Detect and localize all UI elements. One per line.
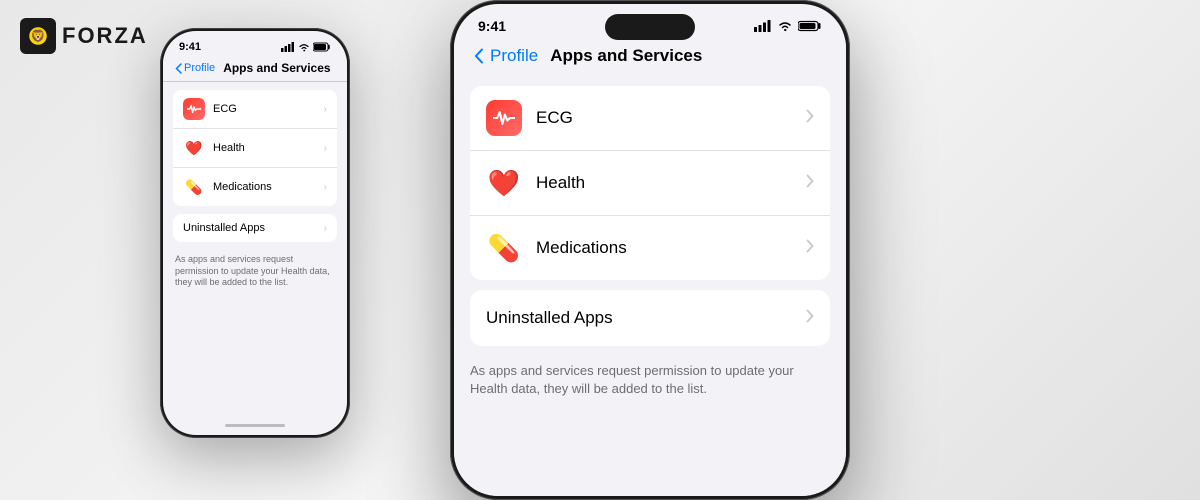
medications-icon-small: 💊 — [183, 176, 205, 198]
phone-small: 9:41 — [160, 28, 350, 438]
list-item[interactable]: ECG — [470, 86, 830, 151]
forza-brand-text: FORZA — [62, 23, 148, 49]
nav-bar-large: Profile Apps and Services — [454, 40, 846, 76]
content-large: ECG ❤️ Health — [454, 76, 846, 496]
list-group-large: ECG ❤️ Health — [470, 86, 830, 280]
ecg-waveform-icon-large — [493, 110, 515, 126]
status-bar-small: 9:41 — [163, 31, 347, 57]
chevron-right-icon — [806, 309, 814, 323]
back-button-small[interactable]: Profile — [175, 62, 215, 74]
chevron-icon-small: › — [324, 104, 327, 115]
uninstalled-item-small[interactable]: Uninstalled Apps › — [173, 214, 337, 242]
chevron-icon-large — [806, 309, 814, 327]
medications-label-large: Medications — [536, 238, 806, 258]
signal-icon-large — [754, 20, 772, 32]
wifi-icon-large — [777, 20, 793, 32]
list-item[interactable]: ❤️ Health › — [173, 129, 337, 168]
chevron-left-icon-small — [175, 63, 182, 74]
health-label-large: Health — [536, 173, 806, 193]
health-label-small: Health — [213, 142, 324, 154]
ecg-icon-small — [183, 98, 205, 120]
ecg-icon-large — [486, 100, 522, 136]
list-item[interactable]: 💊 Medications › — [173, 168, 337, 206]
battery-icon-large — [798, 20, 822, 32]
signal-icon-small — [281, 42, 295, 52]
forza-logo: 🦁 FORZA — [20, 18, 148, 54]
chevron-icon-small: › — [324, 182, 327, 193]
status-time-small: 9:41 — [179, 41, 201, 53]
chevron-icon-small: › — [324, 223, 327, 234]
chevron-left-icon-large — [474, 48, 484, 64]
nav-bar-small: Profile Apps and Services — [163, 57, 347, 82]
status-icons-small — [281, 42, 331, 52]
uninstalled-item-large[interactable]: Uninstalled Apps — [470, 290, 830, 346]
list-item[interactable]: ❤️ Health — [470, 151, 830, 216]
chevron-right-icon — [806, 174, 814, 188]
list-group-small: ECG › ❤️ Health › 💊 — [173, 90, 337, 206]
uninstalled-group-small: Uninstalled Apps › — [173, 214, 337, 242]
back-button-large[interactable]: Profile — [474, 46, 538, 66]
home-indicator-small — [163, 415, 347, 435]
uninstalled-label-small: Uninstalled Apps — [183, 222, 324, 234]
ecg-label-large: ECG — [536, 108, 806, 128]
chevron-icon-large — [806, 109, 814, 127]
nav-title-small: Apps and Services — [223, 61, 330, 75]
svg-text:🦁: 🦁 — [31, 29, 46, 43]
chevron-right-icon — [806, 109, 814, 123]
footer-text-small: As apps and services request permission … — [163, 250, 347, 297]
phone-large: 9:41 — [450, 0, 850, 500]
battery-icon-small — [313, 42, 331, 52]
uninstalled-group-large: Uninstalled Apps — [470, 290, 830, 346]
nav-title-large: Apps and Services — [550, 46, 702, 66]
medications-label-small: Medications — [213, 181, 324, 193]
chevron-icon-large — [806, 239, 814, 257]
list-item[interactable]: ECG › — [173, 90, 337, 129]
medications-icon-large: 💊 — [486, 230, 522, 266]
ecg-label-small: ECG — [213, 103, 324, 115]
phone-large-screen: 9:41 — [454, 4, 846, 496]
status-time-large: 9:41 — [478, 18, 506, 34]
chevron-icon-large — [806, 174, 814, 192]
ecg-waveform-icon — [187, 104, 201, 114]
uninstalled-label-large: Uninstalled Apps — [486, 308, 806, 328]
dynamic-island — [605, 14, 695, 40]
phone-small-screen: 9:41 — [163, 31, 347, 435]
content-small: ECG › ❤️ Health › 💊 — [163, 82, 347, 415]
footer-text-large: As apps and services request permission … — [454, 356, 846, 408]
forza-lion-icon: 🦁 — [20, 18, 56, 54]
health-icon-large: ❤️ — [486, 165, 522, 201]
list-item[interactable]: 💊 Medications — [470, 216, 830, 280]
chevron-icon-small: › — [324, 143, 327, 154]
wifi-icon-small — [298, 43, 310, 52]
health-icon-small: ❤️ — [183, 137, 205, 159]
chevron-right-icon — [806, 239, 814, 253]
